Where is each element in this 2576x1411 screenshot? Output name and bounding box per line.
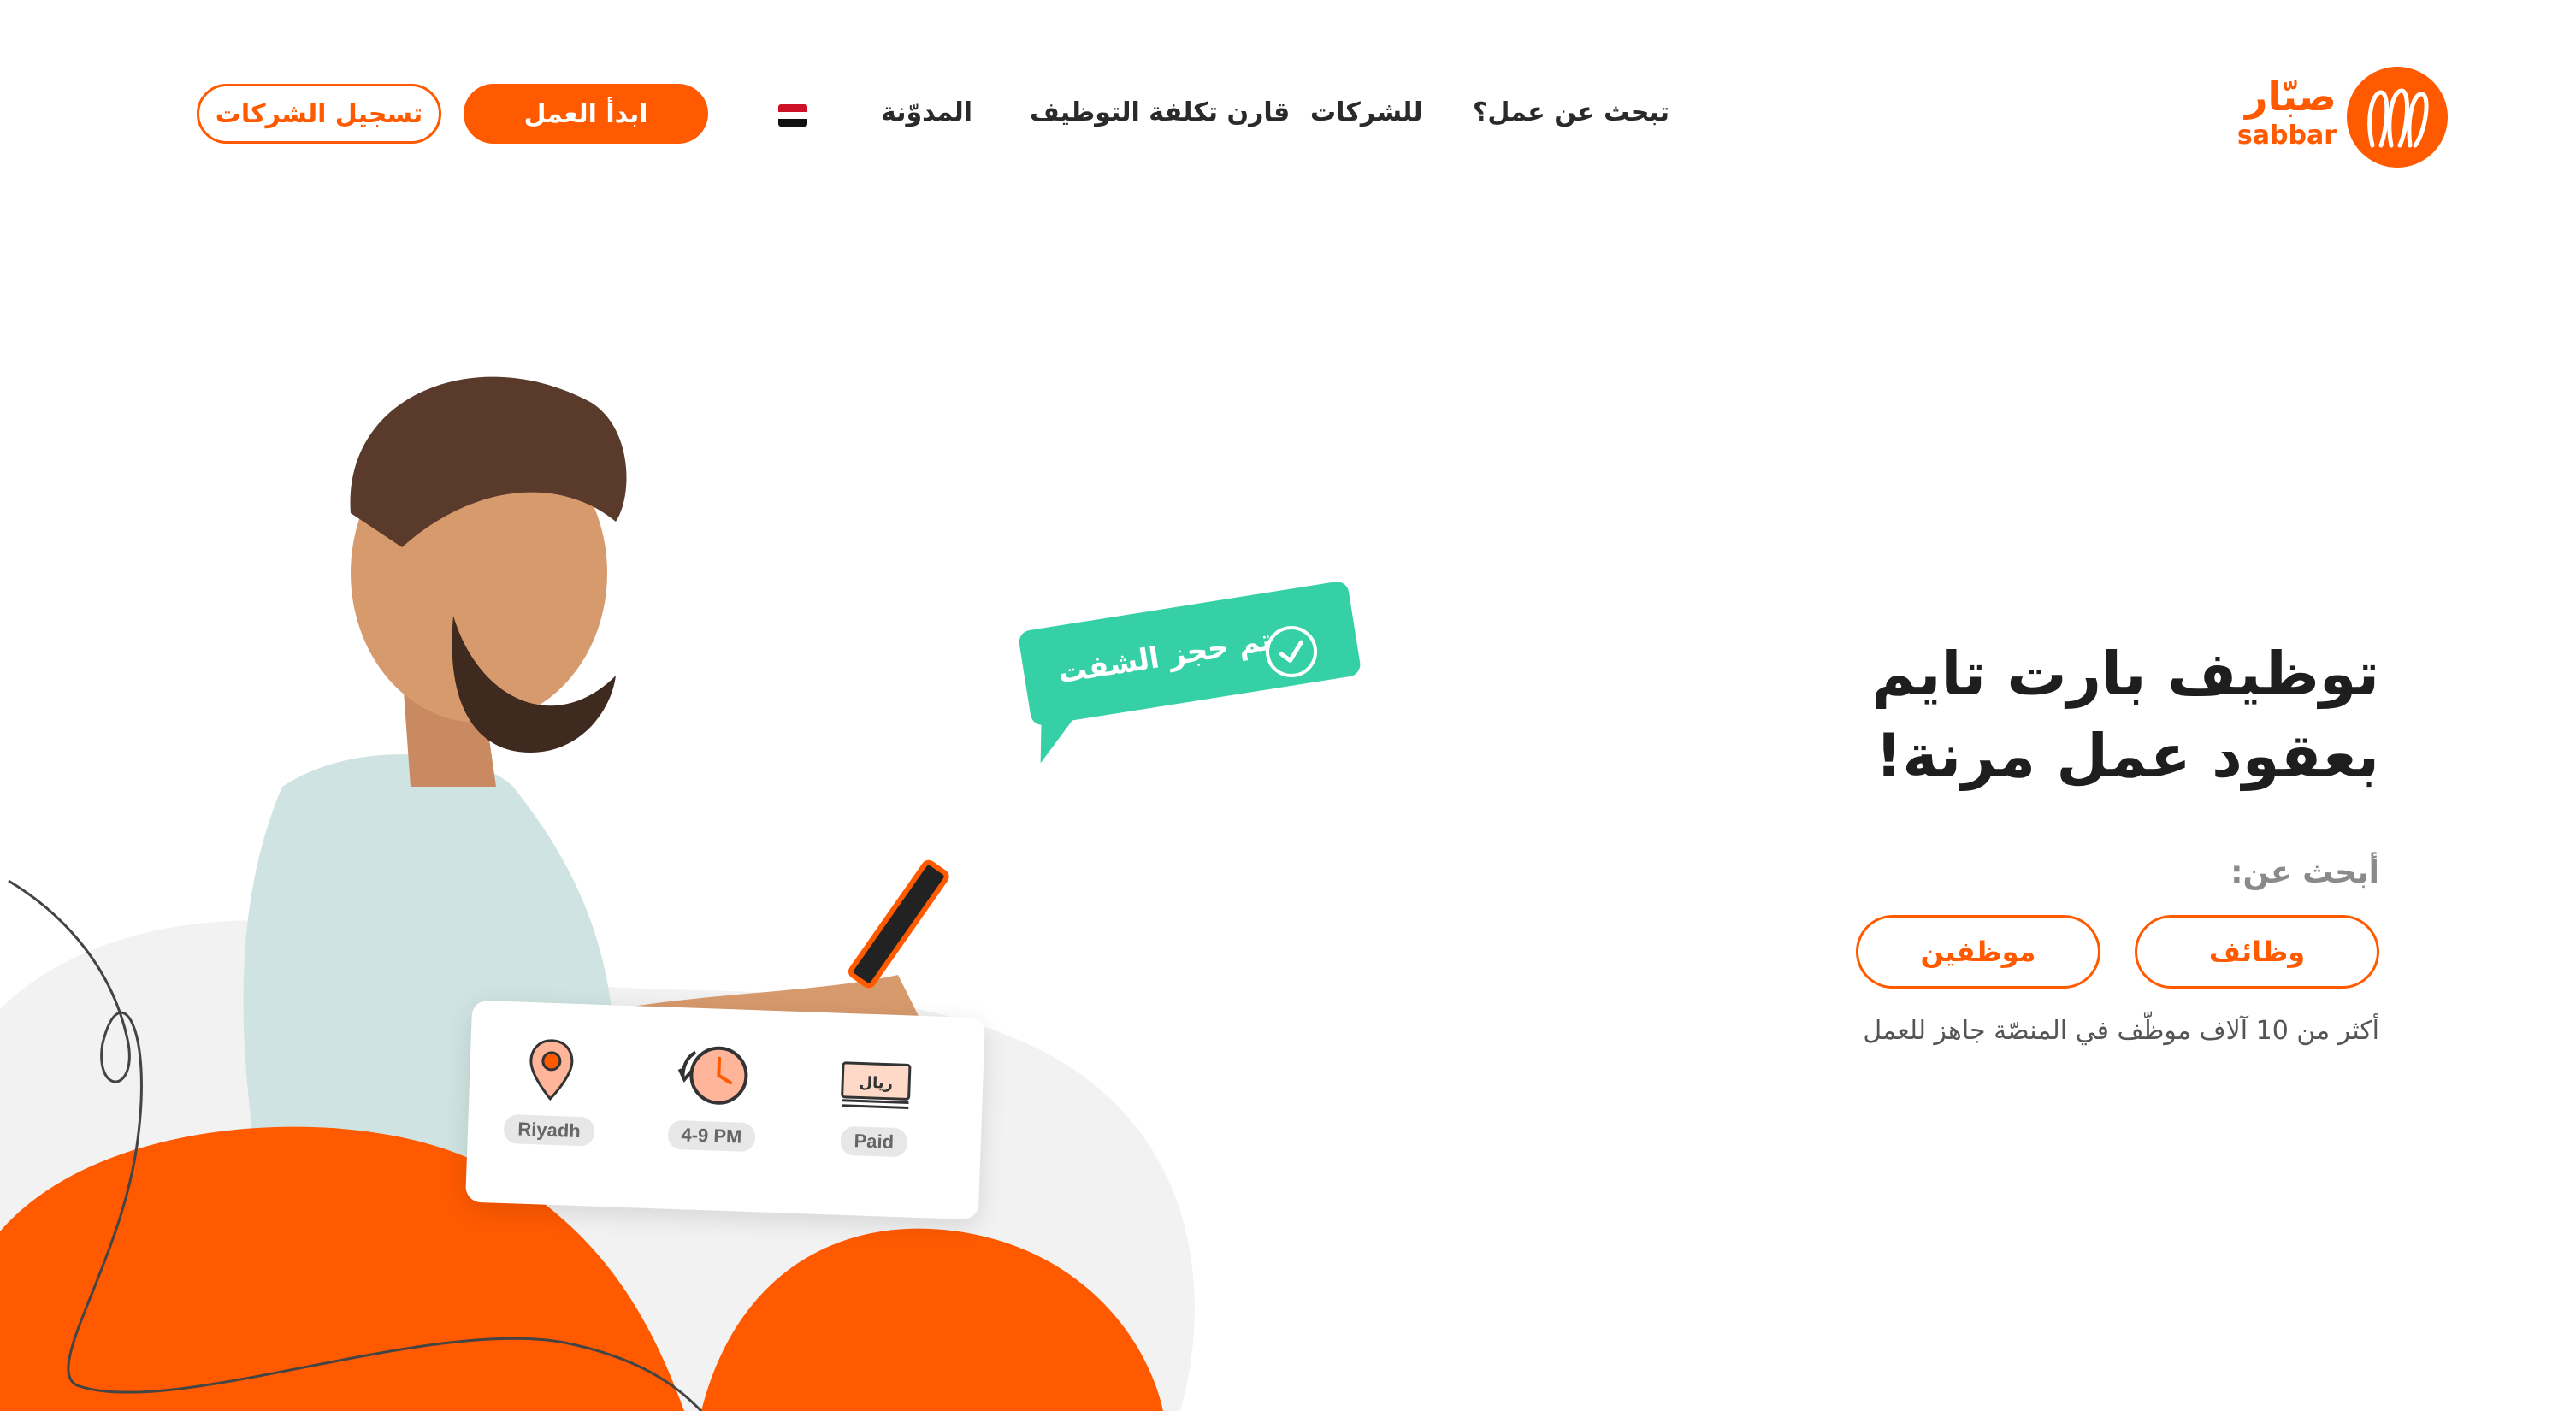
jobs-button[interactable]: وظائف [2135, 915, 2379, 989]
hero-illustration [0, 376, 1195, 1411]
card-time: 4-9 PM [647, 1041, 778, 1153]
logo-mark-icon [2347, 67, 2448, 168]
employees-count-note: أكثر من 10 آلاف موظّف في المنصّة جاهز لل… [1863, 1016, 2379, 1046]
nav-looking-for-job[interactable]: تبحث عن عمل؟ [1473, 97, 1669, 127]
nav-blog[interactable]: المدوّنة [881, 97, 972, 127]
start-work-button[interactable]: ابدأ العمل [464, 84, 708, 144]
hero-title: توظيف بارت تايم بعقود عمل مرنة! [1781, 633, 2379, 797]
nav-for-companies[interactable]: للشركات [1310, 97, 1423, 127]
brand-logo[interactable]: صبّار sabbar [2237, 67, 2448, 169]
hero-title-line2: بعقود عمل مرنة! [1875, 721, 2380, 791]
logo-name-ar: صبّار [2245, 74, 2337, 120]
hero-title-line1: توظيف بارت تايم [1871, 639, 2379, 709]
location-label: Riyadh [503, 1113, 595, 1147]
egypt-flag-icon[interactable] [778, 104, 807, 127]
phone [848, 859, 949, 989]
money-icon: ريال [841, 1061, 912, 1109]
logo-name-en: sabbar [2236, 121, 2337, 151]
clock-icon [677, 1046, 748, 1105]
card-location: Riyadh [484, 1035, 616, 1147]
card-payment: ريال Paid [809, 1047, 941, 1159]
logo-text: صبّار sabbar [2237, 74, 2337, 151]
time-label: 4-9 PM [666, 1119, 756, 1153]
paid-label: Paid [840, 1125, 908, 1158]
shift-info-card: Riyadh 4-9 PM ريال Paid [465, 1000, 985, 1220]
nav-compare-hiring-cost[interactable]: قارن تكلفة التوظيف [1030, 97, 1290, 127]
search-for-label: أبحث عن: [2230, 855, 2379, 890]
employees-button[interactable]: موظفين [1856, 915, 2100, 989]
location-pin-icon [529, 1039, 574, 1101]
company-signup-button[interactable]: تسجيل الشركات [197, 84, 441, 144]
money-text: ريال [859, 1073, 893, 1092]
